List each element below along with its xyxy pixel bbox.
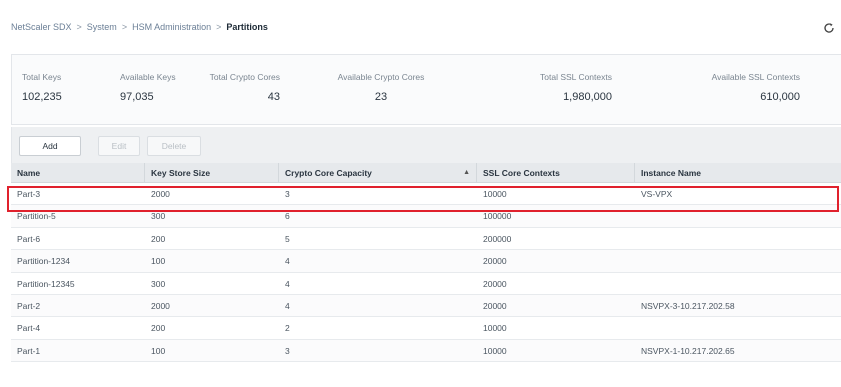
cell-instance-name bbox=[635, 205, 841, 227]
stat-label: Total SSL Contexts bbox=[540, 72, 612, 82]
cell-name: Part-2 bbox=[17, 300, 41, 311]
cell-ssl-core-contexts: 20000 bbox=[483, 300, 507, 311]
column-header-name[interactable]: Name bbox=[11, 163, 145, 183]
refresh-icon[interactable] bbox=[823, 22, 835, 34]
stat-value: 1,980,000 bbox=[563, 91, 612, 103]
partitions-table: Name Key Store Size Crypto Core Capacity… bbox=[11, 163, 841, 363]
cell-name: Part-1 bbox=[17, 345, 41, 356]
cell-key-store-size: 200 bbox=[151, 233, 166, 244]
breadcrumb-separator: > bbox=[216, 22, 222, 32]
cell-ssl-core-contexts: 20000 bbox=[483, 278, 507, 289]
breadcrumb-separator: > bbox=[76, 22, 82, 32]
cell-name: Partition-12345 bbox=[17, 278, 75, 289]
cell-instance-name bbox=[635, 250, 841, 272]
table-row[interactable]: Partition-1234 100 4 20000 bbox=[11, 250, 841, 273]
cell-crypto-core-capacity: 4 bbox=[285, 300, 290, 311]
stat-total-keys: Total Keys 102,235 bbox=[12, 55, 110, 124]
cell-key-store-size: 300 bbox=[151, 211, 166, 222]
stat-value: 610,000 bbox=[760, 91, 800, 103]
column-header-crypto-core-capacity[interactable]: Crypto Core Capacity ▲ bbox=[279, 163, 477, 183]
cell-key-store-size: 100 bbox=[151, 345, 166, 356]
breadcrumb-partitions: Partitions bbox=[226, 22, 268, 32]
table-row[interactable]: Part-3 2000 3 10000 VS-VPX bbox=[11, 183, 841, 206]
cell-name: Part-3 bbox=[17, 189, 41, 199]
table-header: Name Key Store Size Crypto Core Capacity… bbox=[11, 163, 841, 183]
breadcrumb-netscaler-sdx[interactable]: NetScaler SDX bbox=[11, 22, 72, 32]
cell-instance-name: NSVPX-1-10.217.202.65 bbox=[641, 345, 735, 356]
cell-name: Part-6 bbox=[17, 233, 41, 244]
cell-crypto-core-capacity: 2 bbox=[285, 323, 290, 334]
stat-value: 102,235 bbox=[22, 91, 62, 103]
table-row[interactable]: Part-6 200 5 200000 bbox=[11, 228, 841, 251]
cell-crypto-core-capacity: 5 bbox=[285, 233, 290, 244]
sort-arrow-icon[interactable]: ▲ bbox=[463, 163, 470, 183]
stat-label: Total Crypto Cores bbox=[209, 72, 280, 82]
column-header-label: Crypto Core Capacity bbox=[285, 168, 372, 178]
stat-value: 43 bbox=[267, 91, 280, 103]
summary-stats-panel: Total Keys 102,235 Available Keys 97,035… bbox=[11, 54, 841, 125]
cell-key-store-size: 300 bbox=[151, 278, 166, 289]
add-button[interactable]: Add bbox=[19, 136, 81, 156]
cell-crypto-core-capacity: 4 bbox=[285, 256, 290, 267]
action-toolbar: Add Edit Delete bbox=[11, 127, 841, 163]
stat-label: Available SSL Contexts bbox=[711, 72, 800, 82]
cell-name: Partition-5 bbox=[17, 211, 56, 222]
column-header-ssl-core-contexts[interactable]: SSL Core Contexts bbox=[477, 163, 635, 183]
stat-label: Total Keys bbox=[22, 72, 62, 82]
table-body: Part-3 2000 3 10000 VS-VPX Partition-5 300 6 100… bbox=[11, 183, 841, 363]
cell-instance-name bbox=[635, 228, 841, 250]
stat-available-ssl-contexts: Available SSL Contexts 610,000 bbox=[622, 55, 810, 124]
table-row[interactable]: Part-2 2000 4 20000 NSVPX-3-10.217.202.58 bbox=[11, 294, 841, 318]
cell-ssl-core-contexts: 200000 bbox=[483, 233, 512, 244]
cell-crypto-core-capacity: 4 bbox=[285, 278, 290, 289]
cell-instance-name: VS-VPX bbox=[641, 189, 673, 199]
cell-instance-name bbox=[635, 273, 841, 295]
stat-value: 23 bbox=[374, 91, 388, 103]
breadcrumb-system[interactable]: System bbox=[87, 22, 117, 32]
delete-button[interactable]: Delete bbox=[147, 136, 201, 156]
top-bar: NetScaler SDX > System > HSM Administrat… bbox=[0, 0, 841, 54]
stat-total-ssl-contexts: Total SSL Contexts 1,980,000 bbox=[472, 55, 622, 124]
table-row[interactable]: Part-1 100 3 10000 NSVPX-1-10.217.202.65 bbox=[11, 339, 841, 363]
cell-instance-name bbox=[635, 317, 841, 339]
cell-instance-name: NSVPX-3-10.217.202.58 bbox=[641, 300, 735, 311]
breadcrumb-hsm-administration[interactable]: HSM Administration bbox=[132, 22, 211, 32]
cell-ssl-core-contexts: 10000 bbox=[483, 345, 507, 356]
cell-key-store-size: 2000 bbox=[151, 300, 170, 311]
cell-crypto-core-capacity: 6 bbox=[285, 211, 290, 222]
stat-value: 97,035 bbox=[120, 91, 154, 103]
table-row[interactable]: Part-4 200 2 10000 bbox=[11, 317, 841, 340]
stat-available-keys: Available Keys 97,035 bbox=[110, 55, 208, 124]
cell-name: Partition-1234 bbox=[17, 256, 70, 267]
breadcrumb: NetScaler SDX > System > HSM Administrat… bbox=[11, 22, 268, 32]
cell-key-store-size: 200 bbox=[151, 323, 166, 334]
cell-name: Part-4 bbox=[17, 323, 41, 334]
table-row[interactable]: Partition-5 300 6 100000 bbox=[11, 205, 841, 228]
cell-ssl-core-contexts: 10000 bbox=[483, 189, 507, 199]
cell-ssl-core-contexts: 10000 bbox=[483, 323, 507, 334]
edit-button[interactable]: Edit bbox=[98, 136, 140, 156]
stat-label: Available Keys bbox=[120, 72, 176, 82]
cell-ssl-core-contexts: 20000 bbox=[483, 256, 507, 267]
stat-total-crypto-cores: Total Crypto Cores 43 bbox=[208, 55, 290, 124]
cell-key-store-size: 2000 bbox=[151, 189, 170, 199]
cell-ssl-core-contexts: 100000 bbox=[483, 211, 512, 222]
table-row[interactable]: Partition-12345 300 4 20000 bbox=[11, 273, 841, 295]
cell-crypto-core-capacity: 3 bbox=[285, 345, 290, 356]
stat-label: Available Crypto Cores bbox=[337, 72, 425, 82]
column-header-key-store-size[interactable]: Key Store Size bbox=[145, 163, 279, 183]
stat-available-crypto-cores: Available Crypto Cores 23 bbox=[290, 55, 472, 124]
breadcrumb-separator: > bbox=[121, 22, 128, 32]
cell-crypto-core-capacity: 3 bbox=[285, 189, 290, 199]
column-header-instance-name[interactable]: Instance Name bbox=[635, 163, 841, 183]
cell-key-store-size: 100 bbox=[151, 256, 166, 267]
